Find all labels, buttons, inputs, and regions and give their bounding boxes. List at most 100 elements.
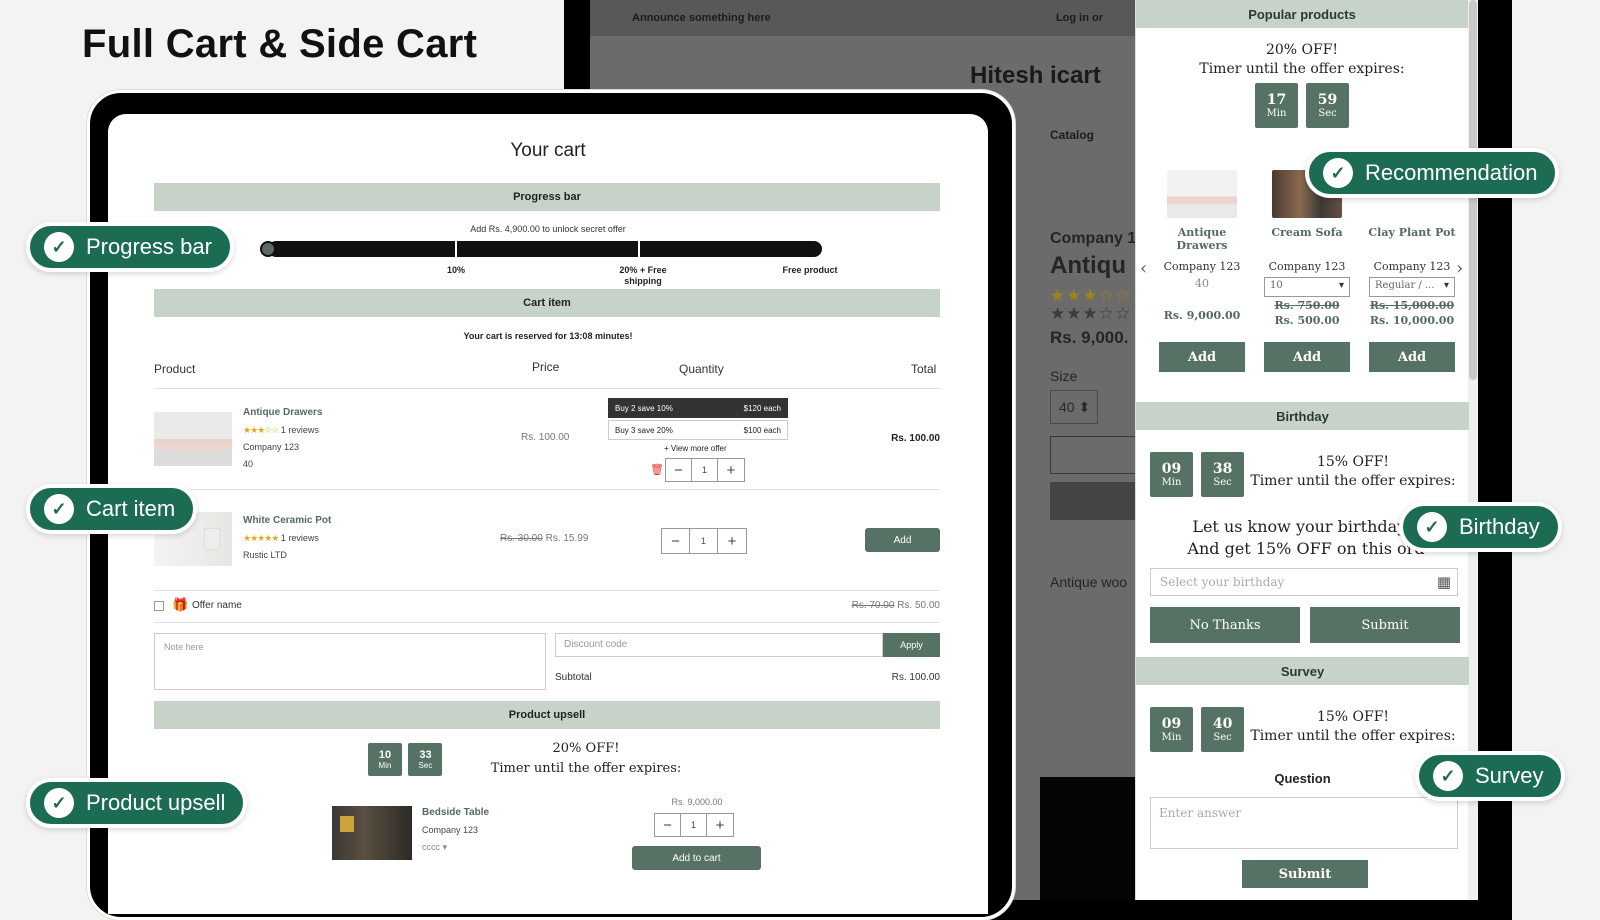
quantity-stepper[interactable]: −1 + xyxy=(654,813,734,837)
product-image[interactable] xyxy=(332,806,412,860)
no-thanks-button[interactable]: No Thanks xyxy=(1150,607,1300,643)
badge-survey: ✓ Survey xyxy=(1415,751,1566,801)
apply-discount-button[interactable]: Apply xyxy=(883,633,940,657)
item-total: Rs. 100.00 xyxy=(891,433,940,444)
item-add-button[interactable]: Add xyxy=(865,528,940,552)
quantity-stepper[interactable]: −1 + xyxy=(665,458,745,482)
subtotal-label: Subtotal xyxy=(555,672,592,683)
upsell-add-to-cart-button[interactable]: Add to cart xyxy=(632,846,761,870)
store-name[interactable]: Hitesh icart xyxy=(970,62,1101,90)
rec-old-price: Rs. 15,000.00 xyxy=(1369,299,1455,312)
timer-min-label: Min xyxy=(1161,477,1182,488)
trash-icon[interactable]: 🗑 xyxy=(650,463,664,476)
volume-offer-selected[interactable]: Buy 2 save 10% $120 each xyxy=(608,398,788,418)
product-detail: Company 1 Antiqu ★★★☆☆ ★★★☆☆ Rs. 9,000. … xyxy=(1050,230,1135,590)
rec-variant-select[interactable]: Regular / ... xyxy=(1369,277,1455,297)
rec-company: Company 123 xyxy=(1163,260,1241,273)
rec-add-button[interactable]: Add xyxy=(1264,342,1350,372)
rec-price: Rs. 10,000.00 xyxy=(1369,314,1455,327)
subtotal-value: Rs. 100.00 xyxy=(891,672,940,683)
cart-title: Your cart xyxy=(510,140,586,161)
timer-sec-box: 40 Sec xyxy=(1201,707,1245,752)
timer-sec: 59 xyxy=(1317,92,1338,108)
plus-icon[interactable]: + xyxy=(707,814,733,836)
item-price: Rs. 15.99 xyxy=(545,533,589,544)
survey-offer: 15% OFF! xyxy=(1316,709,1390,725)
gift-offer-name: Offer name xyxy=(192,600,242,611)
view-more-offers-link[interactable]: + View more offer xyxy=(664,444,727,453)
rec-name[interactable]: Cream Sofa xyxy=(1259,226,1355,254)
announcement-text: Announce something here xyxy=(632,12,771,24)
item-rating: ★★★★★ 1 reviews xyxy=(243,533,319,544)
minus-icon[interactable]: − xyxy=(662,529,690,553)
item-name[interactable]: White Ceramic Pot xyxy=(243,515,331,526)
survey-header: Survey xyxy=(1136,657,1469,685)
timer-min: 17 xyxy=(1266,92,1287,108)
minus-icon[interactable]: − xyxy=(666,459,692,481)
col-total: Total xyxy=(911,362,937,376)
rec-variant-select[interactable]: 10 xyxy=(1264,277,1350,297)
milestone-label: 20% + Free shipping xyxy=(619,265,667,286)
quantity-stepper[interactable]: −1 + xyxy=(661,528,747,554)
timer-min: 10 xyxy=(378,749,392,761)
divider xyxy=(154,388,940,389)
rec-add-button[interactable]: Add xyxy=(1369,342,1455,372)
upsell-timer: 10 Min 33 Sec xyxy=(368,743,443,776)
rating-stars: ★★★☆☆ xyxy=(1050,286,1132,305)
gift-checkbox[interactable] xyxy=(154,601,164,611)
timer-min-box: 09 Min xyxy=(1150,707,1193,752)
timer-min-box: 09 Min xyxy=(1150,452,1193,497)
birthday-submit-button[interactable]: Submit xyxy=(1310,607,1460,643)
badge-label: Recommendation xyxy=(1365,160,1538,185)
buy-now-button[interactable]: Bu xyxy=(1050,482,1135,520)
login-link[interactable]: Log in or xyxy=(1056,12,1103,24)
badge-product-upsell: ✓ Product upsell xyxy=(26,778,248,828)
birthday-timer-text: Timer until the offer expires: xyxy=(1250,473,1456,489)
timer-sec-label: Sec xyxy=(1213,477,1232,488)
timer-sec-label: Sec xyxy=(1213,732,1232,743)
birthday-date-input[interactable]: Select your birthday ▦ xyxy=(1150,568,1458,596)
quantity-value[interactable]: 1 xyxy=(681,814,707,836)
survey-submit-button[interactable]: Submit xyxy=(1242,860,1368,888)
check-icon: ✓ xyxy=(44,788,74,818)
recommendation-card: Antique Drawers Company 123 40 Rs. 9,000… xyxy=(1154,170,1250,372)
plus-icon[interactable]: + xyxy=(718,529,746,553)
discount-code-input[interactable]: Discount code xyxy=(555,633,883,657)
check-icon: ✓ xyxy=(1433,761,1463,791)
progress-header: Progress bar xyxy=(154,183,940,211)
birthday-timer: 09 Min 38 Sec xyxy=(1150,452,1245,497)
timer-sec-box: 59 Sec xyxy=(1306,83,1350,128)
product-image[interactable] xyxy=(154,412,232,466)
progress-tick xyxy=(638,241,640,257)
order-note-input[interactable]: Note here xyxy=(154,633,546,690)
birthday-header: Birthday xyxy=(1136,402,1469,430)
survey-timer-text: Timer until the offer expires: xyxy=(1250,728,1456,744)
volume-offer[interactable]: Buy 3 save 20% $100 each xyxy=(608,420,788,440)
rec-add-button[interactable]: Add xyxy=(1159,342,1245,372)
timer-min-box: 17 Min xyxy=(1254,83,1298,128)
carousel-prev-icon[interactable]: ‹ xyxy=(1140,258,1147,279)
check-icon: ✓ xyxy=(44,232,74,262)
product-price: Rs. 9,000. xyxy=(1050,328,1129,347)
upsell-variant-select[interactable]: cccc ▾ xyxy=(422,842,447,853)
badge-label: Product upsell xyxy=(86,790,226,815)
rec-name[interactable]: Clay Plant Pot xyxy=(1364,226,1460,254)
item-name[interactable]: Antique Drawers xyxy=(243,407,322,418)
calendar-icon[interactable]: ▦ xyxy=(1437,573,1451,591)
item-price-group: Rs. 30.00 Rs. 15.99 xyxy=(500,533,588,544)
nav-catalog[interactable]: Catalog xyxy=(1050,128,1094,142)
upsell-name[interactable]: Bedside Table xyxy=(422,807,489,818)
quantity-value[interactable]: 1 xyxy=(690,529,718,553)
quantity-value[interactable]: 1 xyxy=(692,459,718,481)
rec-company: Company 123 xyxy=(1373,260,1451,273)
gift-old-price: Rs. 70.00 xyxy=(851,600,895,611)
timer-sec-label: Sec xyxy=(418,761,433,770)
milestone-label: Free product xyxy=(782,265,838,275)
plus-icon[interactable]: + xyxy=(718,459,744,481)
rec-name[interactable]: Antique Drawers xyxy=(1154,226,1250,254)
size-select[interactable]: 40 ⬍ xyxy=(1050,390,1098,424)
rec-old-price: Rs. 750.00 xyxy=(1274,299,1340,312)
survey-answer-input[interactable]: Enter answer xyxy=(1150,797,1458,849)
minus-icon[interactable]: − xyxy=(655,814,681,836)
add-to-cart-button[interactable]: Ad xyxy=(1050,436,1135,474)
